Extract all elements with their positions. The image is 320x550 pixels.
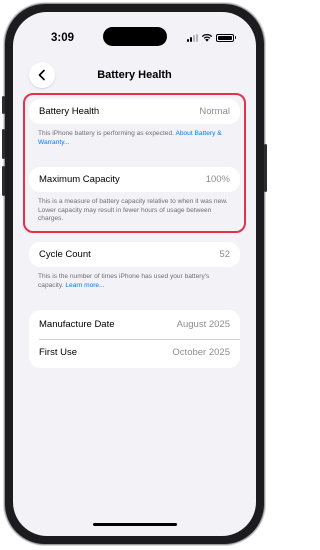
- home-indicator[interactable]: [93, 523, 177, 526]
- cycle-count-footnote: This is the number of times iPhone has u…: [38, 273, 233, 290]
- cycle-count-row: Cycle Count 52: [29, 242, 240, 267]
- nav-bar: Battery Health: [13, 57, 256, 95]
- manufacture-date-row: Manufacture Date August 2025: [29, 310, 240, 339]
- cellular-signal-icon: [186, 33, 198, 42]
- manufacture-date-value: August 2025: [176, 319, 230, 330]
- dates-card: Manufacture Date August 2025 First Use O…: [29, 310, 240, 368]
- volume-up-button: [2, 129, 5, 159]
- cycle-count-footnote-text: This is the number of times iPhone has u…: [38, 273, 210, 289]
- first-use-row: First Use October 2025: [29, 339, 240, 368]
- first-use-label: First Use: [39, 347, 77, 358]
- battery-icon: [215, 33, 234, 42]
- first-use-value: October 2025: [172, 347, 230, 358]
- power-button: [264, 144, 267, 192]
- learn-more-link[interactable]: Learn more...: [65, 282, 104, 289]
- battery-cap-icon: [234, 36, 236, 39]
- action-button: [2, 96, 5, 114]
- status-icons: [186, 33, 236, 42]
- wifi-icon: [201, 34, 212, 42]
- highlight-outline: [23, 93, 246, 233]
- cycle-count-value: 52: [219, 249, 230, 260]
- volume-down-button: [2, 166, 5, 196]
- phone-frame: 3:09 Battery Health Battery Health Norma…: [2, 4, 267, 544]
- status-time: 3:09: [51, 32, 75, 44]
- cycle-count-label: Cycle Count: [39, 249, 91, 260]
- manufacture-date-label: Manufacture Date: [39, 319, 115, 330]
- screen: 3:09 Battery Health Battery Health Norma…: [13, 12, 256, 536]
- status-bar: 3:09: [13, 12, 256, 52]
- cycle-count-card: Cycle Count 52: [29, 242, 240, 267]
- dynamic-island: [103, 27, 167, 46]
- page-title: Battery Health: [97, 69, 172, 81]
